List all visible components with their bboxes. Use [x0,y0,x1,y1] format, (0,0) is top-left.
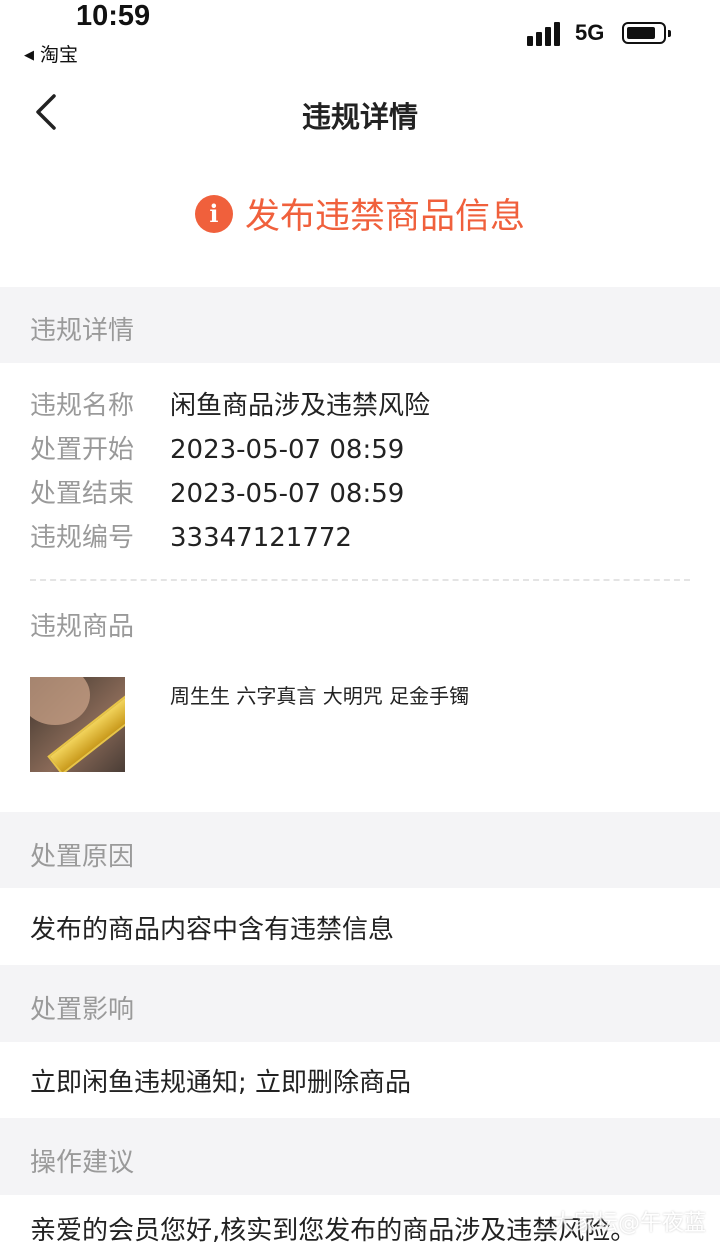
product-name[interactable]: 周生生 六字真言 大明咒 足金手镯 [170,680,469,709]
impact-text: 立即闲鱼违规通知; 立即删除商品 [30,1068,412,1098]
battery-icon [622,22,671,44]
status-bar: 10:59 ◀ 淘宝 5G [0,0,720,72]
section-header-reason: 处置原因 [0,812,720,888]
detail-label: 违规名称 [30,391,135,421]
status-time: 10:59 [76,0,151,32]
detail-label: 违规编号 [30,523,135,553]
violating-goods-label: 违规商品 [30,612,135,642]
section-header-advice: 操作建议 [0,1118,720,1195]
reason-text: 发布的商品内容中含有违禁信息 [30,915,395,945]
detail-row: 处置结束 2023-05-07 08:59 [30,479,404,509]
detail-value: 2023-05-07 08:59 [170,435,405,465]
detail-value: 闲鱼商品涉及违禁风险 [170,391,431,421]
detail-value: 33347121772 [170,523,352,553]
info-alert-icon: i [194,194,233,233]
back-triangle-icon: ◀ [24,48,34,63]
page-title: 违规详情 [301,100,418,134]
advice-text: 亲爱的会员您好,核实到您发布的商品涉及违禁风险。 [30,1216,637,1246]
detail-label: 处置开始 [30,435,135,465]
cellular-signal-icon [527,22,563,46]
violation-type: 发布违禁商品信息 [244,197,525,237]
product-thumbnail[interactable] [30,677,125,772]
nav-bar: 违规详情 [0,78,720,148]
back-to-app-link[interactable]: ◀ 淘宝 [24,40,78,67]
detail-value: 2023-05-07 08:59 [170,479,405,509]
watermark: 大家坛@午夜蓝 [551,1211,706,1236]
violation-banner: i 发布违禁商品信息 [0,188,720,240]
detail-label: 处置结束 [30,479,135,509]
section-header-details: 违规详情 [0,287,720,363]
detail-row: 违规名称 闲鱼商品涉及违禁风险 [30,391,430,421]
back-app-label: 淘宝 [40,44,79,66]
section-header-impact: 处置影响 [0,965,720,1042]
divider [30,579,690,581]
detail-row: 处置开始 2023-05-07 08:59 [30,435,404,465]
detail-row: 违规编号 33347121772 [30,523,352,553]
network-type: 5G [575,20,605,45]
